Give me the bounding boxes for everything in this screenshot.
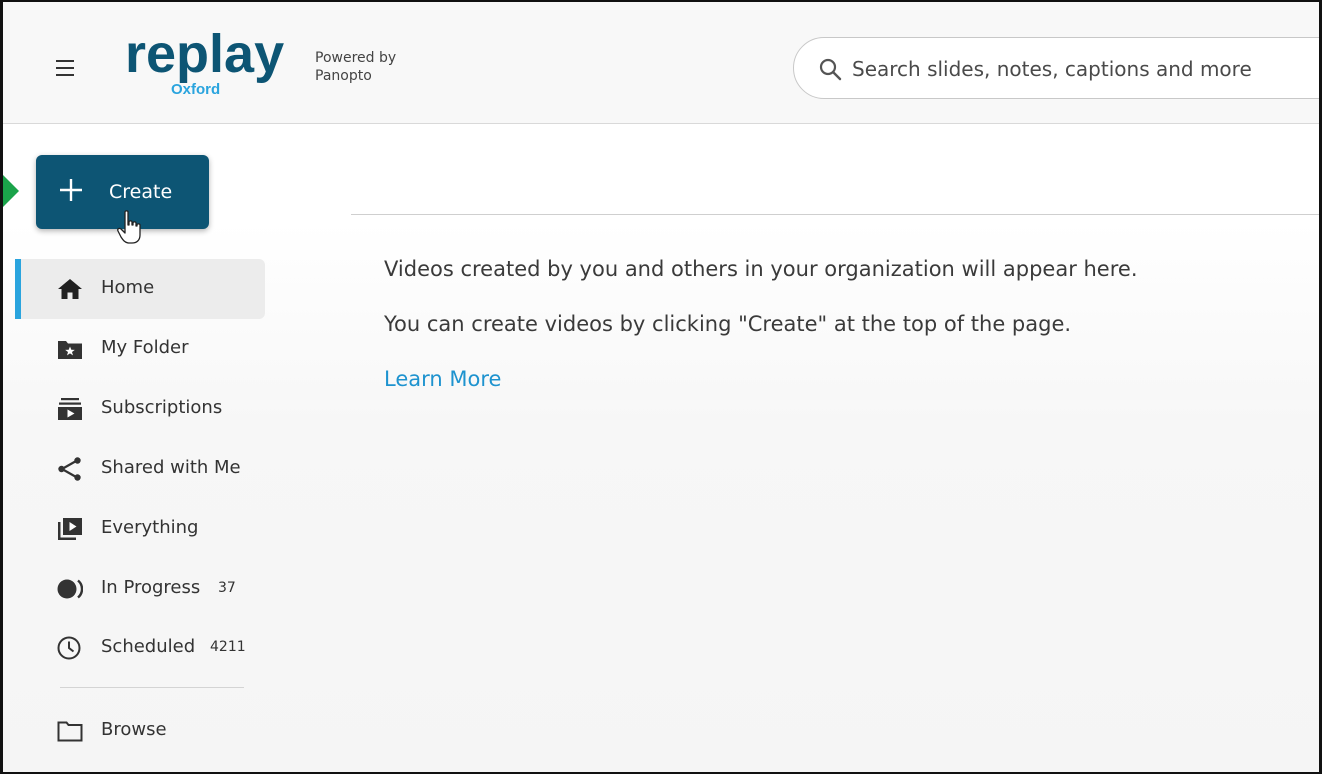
in-progress-icon xyxy=(57,579,83,599)
menu-icon[interactable] xyxy=(56,60,84,80)
create-button-label: Create xyxy=(109,181,173,203)
folder-icon xyxy=(57,721,83,742)
svg-text:Oxford: Oxford xyxy=(171,81,220,98)
sidebar-item-browse[interactable]: Browse xyxy=(15,701,265,761)
sidebar-item-shared-with-me[interactable]: Shared with Me xyxy=(15,439,265,499)
sidebar-item-label: My Folder xyxy=(101,337,189,358)
search-icon xyxy=(819,58,842,81)
sidebar-item-home[interactable]: Home xyxy=(15,259,265,319)
clock-icon xyxy=(57,636,81,660)
learn-more-link[interactable]: Learn More xyxy=(384,367,501,391)
count-badge: 37 xyxy=(218,580,236,596)
sidebar-item-label: In Progress xyxy=(101,577,201,598)
count-badge: 4211 xyxy=(210,639,246,655)
sidebar-item-scheduled[interactable]: Scheduled 4211 xyxy=(15,618,265,678)
sidebar-item-label: Subscriptions xyxy=(101,397,223,418)
sidebar-item-in-progress[interactable]: In Progress 37 xyxy=(15,559,265,619)
hand-cursor-icon xyxy=(117,210,141,244)
sidebar-item-label: Everything xyxy=(101,517,199,538)
search-input[interactable]: Search slides, notes, captions and more xyxy=(852,57,1252,81)
plus-icon xyxy=(60,179,82,201)
empty-state-hint: You can create videos by clicking "Creat… xyxy=(384,312,1072,336)
app-window: replay Oxford Powered by Panopto Search … xyxy=(0,0,1322,774)
share-icon xyxy=(58,457,81,481)
sidebar-item-label: Scheduled xyxy=(101,636,196,657)
sidebar-item-subscriptions[interactable]: Subscriptions xyxy=(15,379,265,439)
annotation-arrow-icon xyxy=(3,167,19,215)
powered-by-text: Powered by Panopto xyxy=(315,49,396,85)
powered-by-line: Powered by xyxy=(315,50,397,66)
star-folder-icon xyxy=(58,341,82,359)
subscriptions-icon xyxy=(58,398,82,420)
replay-oxford-logo[interactable]: replay Oxford xyxy=(125,30,293,98)
sidebar-item-everything[interactable]: Everything xyxy=(15,499,265,559)
sidebar-item-label: Browse xyxy=(101,719,167,740)
panopto-line: Panopto xyxy=(315,68,372,84)
play-library-icon xyxy=(58,518,82,540)
content-divider xyxy=(351,214,1319,215)
sidebar-divider xyxy=(60,687,244,688)
svg-text:replay: replay xyxy=(125,30,284,84)
top-header: replay Oxford Powered by Panopto Search … xyxy=(3,2,1319,124)
empty-state-message: Videos created by you and others in your… xyxy=(384,257,1138,281)
sidebar-item-label: Shared with Me xyxy=(101,457,241,478)
sidebar-item-label: Home xyxy=(101,277,155,298)
home-icon xyxy=(58,279,82,299)
search-box[interactable]: Search slides, notes, captions and more xyxy=(793,37,1319,99)
sidebar-item-my-folder[interactable]: My Folder xyxy=(15,319,265,379)
